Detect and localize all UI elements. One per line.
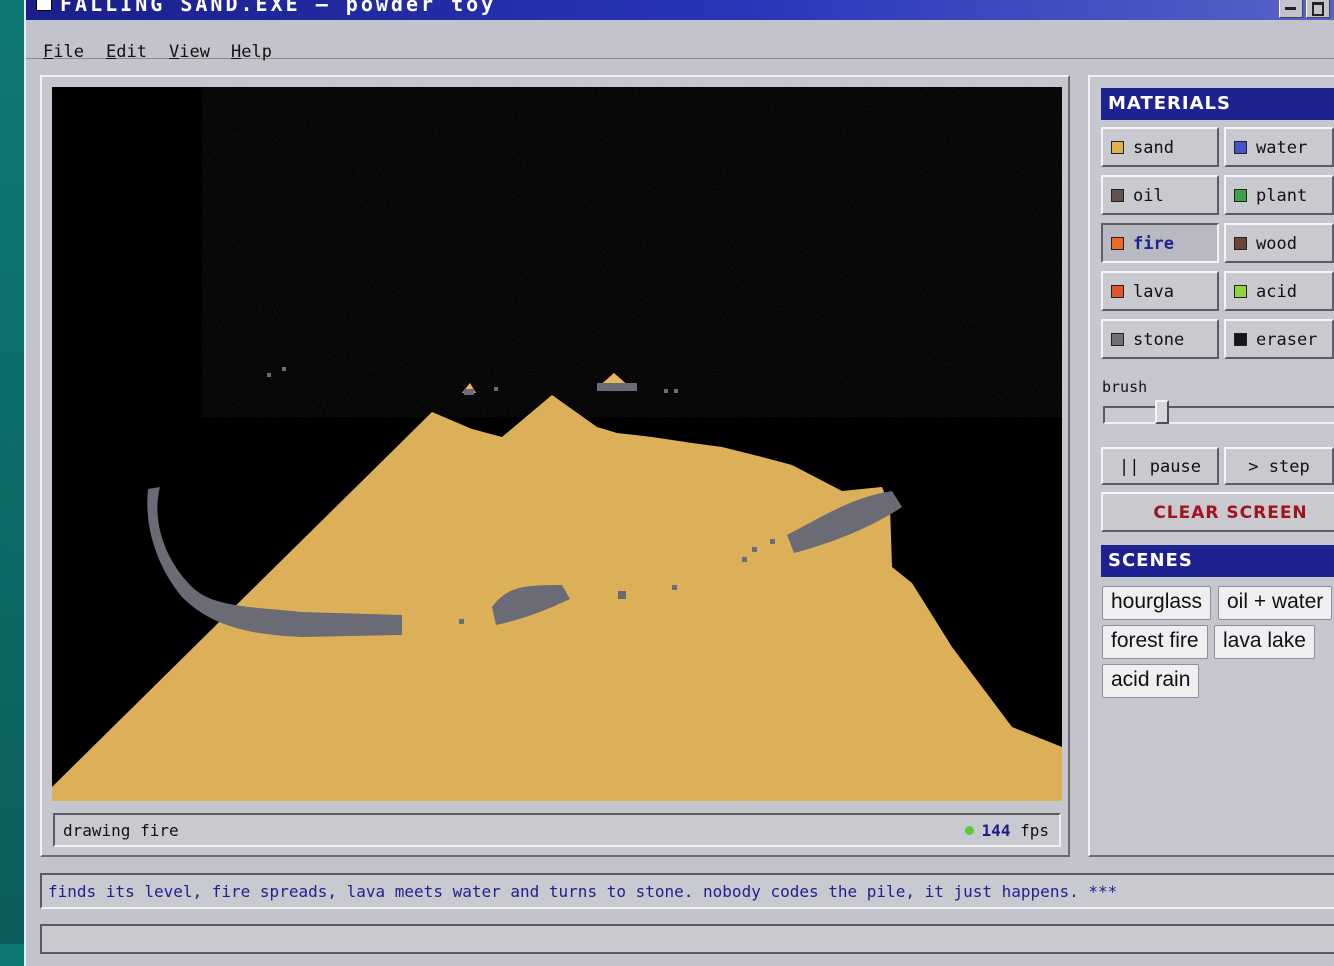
material-label: acid <box>1256 282 1297 302</box>
system-menu-icon[interactable] <box>36 0 52 11</box>
particle-field <box>52 87 1062 801</box>
step-button[interactable]: > step <box>1224 447 1334 485</box>
material-swatch-icon <box>1111 141 1124 154</box>
material-swatch-icon <box>1234 141 1247 154</box>
material-label: eraser <box>1256 330 1318 350</box>
slider-thumb[interactable] <box>1155 400 1169 424</box>
bottom-panel <box>40 924 1334 954</box>
clear-screen-button[interactable]: CLEAR SCREEN <box>1101 492 1334 532</box>
material-label: lava <box>1133 282 1174 302</box>
material-swatch-icon <box>1234 333 1247 346</box>
simulation-canvas[interactable] <box>52 87 1062 801</box>
running-indicator-icon <box>964 826 974 835</box>
menu-edit[interactable]: Edit <box>106 42 147 62</box>
status-bar: drawing fire 144 fps <box>53 813 1061 847</box>
menu-file[interactable]: File <box>43 42 84 62</box>
maximize-icon <box>1312 2 1324 16</box>
ticker-bar: finds its level, fire spreads, lava meet… <box>40 873 1334 909</box>
material-sand-button[interactable]: sand <box>1101 127 1219 167</box>
material-swatch-icon <box>1234 285 1247 298</box>
material-swatch-icon <box>1234 189 1247 202</box>
pause-button[interactable]: || pause <box>1101 447 1219 485</box>
material-wood-button[interactable]: wood <box>1224 223 1334 263</box>
material-plant-button[interactable]: plant <box>1224 175 1334 215</box>
scenes-heading: SCENES <box>1101 545 1334 577</box>
minimize-button[interactable] <box>1279 0 1303 18</box>
material-label: sand <box>1133 138 1174 158</box>
scene-forest-fire[interactable]: forest fire <box>1102 625 1208 659</box>
fps-readout: 144 fps <box>964 821 1049 840</box>
material-eraser-button[interactable]: eraser <box>1224 319 1334 359</box>
scene-oil-water[interactable]: oil + water <box>1218 586 1333 620</box>
material-acid-button[interactable]: acid <box>1224 271 1334 311</box>
maximize-button[interactable] <box>1306 0 1330 18</box>
menu-help[interactable]: Help <box>231 42 272 62</box>
material-stone-button[interactable]: stone <box>1101 319 1219 359</box>
material-swatch-icon <box>1111 333 1124 346</box>
material-label: fire <box>1133 234 1174 254</box>
status-text: drawing fire <box>63 821 179 840</box>
material-swatch-icon <box>1111 237 1124 250</box>
menu-view[interactable]: View <box>169 42 210 62</box>
menu-bar <box>26 20 1334 59</box>
material-fire-button[interactable]: fire <box>1101 223 1219 263</box>
material-lava-button[interactable]: lava <box>1101 271 1219 311</box>
scene-acid-rain[interactable]: acid rain <box>1102 664 1200 698</box>
material-oil-button[interactable]: oil <box>1101 175 1219 215</box>
minimize-icon <box>1285 7 1296 10</box>
smoke-haze <box>202 87 1062 417</box>
scene-hourglass[interactable]: hourglass <box>1102 586 1212 620</box>
material-swatch-icon <box>1111 189 1124 202</box>
brush-size-slider[interactable] <box>1103 400 1334 424</box>
scene-lava-lake[interactable]: lava lake <box>1214 625 1315 659</box>
material-label: stone <box>1133 330 1185 350</box>
brush-label: brush <box>1102 378 1148 396</box>
material-water-button[interactable]: water <box>1224 127 1334 167</box>
material-swatch-icon <box>1111 285 1124 298</box>
material-label: water <box>1256 138 1308 158</box>
materials-heading: MATERIALS <box>1101 88 1334 120</box>
material-label: oil <box>1133 186 1164 206</box>
window-title: FALLING SAND.EXE — powder toy <box>60 0 497 16</box>
material-label: plant <box>1256 186 1308 206</box>
title-bar[interactable]: FALLING SAND.EXE — powder toy <box>26 0 1334 20</box>
material-swatch-icon <box>1234 237 1247 250</box>
material-label: wood <box>1256 234 1297 254</box>
ticker-text: finds its level, fire spreads, lava meet… <box>48 882 1118 901</box>
